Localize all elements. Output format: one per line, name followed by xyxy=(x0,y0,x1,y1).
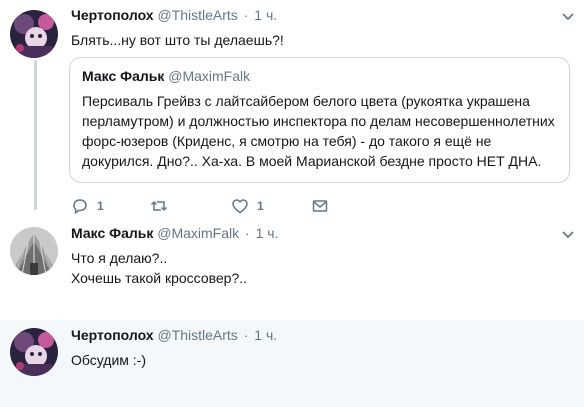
tweet-header: Чертополох @ThistleArts · 1 ч. xyxy=(71,7,277,23)
direct-message-button[interactable] xyxy=(311,196,329,216)
envelope-icon xyxy=(312,200,328,212)
thread-connector-line xyxy=(34,60,37,210)
author-name[interactable]: Чертополох xyxy=(71,7,154,23)
avatar-thistlearts[interactable] xyxy=(10,10,58,58)
avatar-thistlearts[interactable] xyxy=(10,328,58,376)
tweet-thistlearts-reply[interactable]: Чертополох @ThistleArts · 1 ч. Обсудим :… xyxy=(0,320,584,407)
tweet-maximfalk-reply[interactable]: Макс Фальк @MaximFalk · 1 ч. Что я делаю… xyxy=(0,219,584,320)
author-name[interactable]: Макс Фальк xyxy=(71,225,153,241)
tweet-text-line: Хочешь такой кроссовер?.. xyxy=(71,270,248,286)
separator-dot: · xyxy=(243,7,249,23)
chevron-down-icon[interactable] xyxy=(561,12,575,22)
tweet-header: Макс Фальк @MaximFalk · 1 ч. xyxy=(71,225,278,241)
quoted-author-handle: @MaximFalk xyxy=(168,68,251,84)
avatar-maximfalk[interactable] xyxy=(10,227,58,275)
retweet-button[interactable] xyxy=(150,196,176,216)
like-button[interactable]: 1 xyxy=(231,196,264,216)
retweet-icon xyxy=(150,200,168,212)
reply-icon xyxy=(73,199,87,214)
tweet-text: Что я делаю?.. Хочешь такой кроссовер?.. xyxy=(71,248,247,288)
author-name[interactable]: Чертополох xyxy=(71,327,154,343)
tweet-header: Чертополох @ThistleArts · 1 ч. xyxy=(71,327,277,343)
author-handle[interactable]: @MaximFalk xyxy=(157,225,239,241)
reply-button[interactable]: 1 xyxy=(71,196,104,216)
tweet-timestamp[interactable]: 1 ч. xyxy=(254,7,277,23)
quoted-tweet-text: Персиваль Грейвз с лайтсайбером белого ц… xyxy=(82,93,555,169)
tweet-thistlearts-1[interactable]: Чертополох @ThistleArts · 1 ч. Блять...н… xyxy=(0,0,584,219)
author-handle[interactable]: @ThistleArts xyxy=(157,7,237,23)
tweet-timestamp[interactable]: 1 ч. xyxy=(256,225,279,241)
tweet-text: Обсудим :-) xyxy=(71,352,147,368)
tweet-timestamp[interactable]: 1 ч. xyxy=(254,327,277,343)
quoted-tweet[interactable]: Макс Фальк @MaximFalk Персиваль Грейвз с… xyxy=(69,57,570,183)
separator-dot: · xyxy=(243,327,249,343)
separator-dot: · xyxy=(245,225,250,241)
tweet-actions: 1 1 xyxy=(71,196,331,216)
quoted-author-name: Макс Фальк xyxy=(82,68,165,84)
tweet-text-line: Что я делаю?.. xyxy=(71,250,168,266)
like-count: 1 xyxy=(257,199,264,213)
author-handle[interactable]: @ThistleArts xyxy=(157,327,237,343)
heart-icon xyxy=(232,199,248,214)
chevron-down-icon[interactable] xyxy=(561,230,575,240)
reply-count: 1 xyxy=(97,199,104,213)
quoted-tweet-header: Макс Фальк @MaximFalk xyxy=(82,68,250,84)
tweet-text: Блять...ну вот што ты делаешь?! xyxy=(71,32,284,48)
